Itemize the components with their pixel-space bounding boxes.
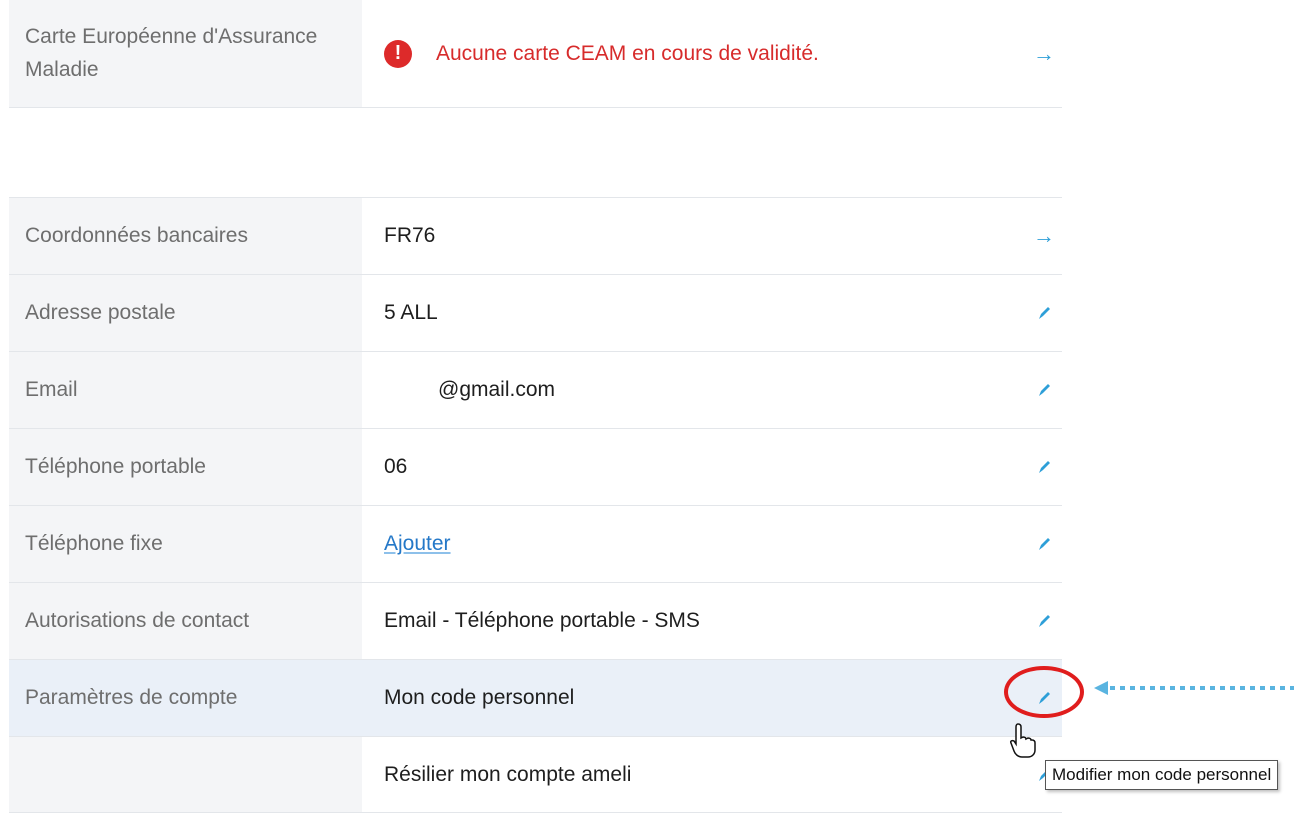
row-label: Autorisations de contact <box>9 583 362 659</box>
tooltip: Modifier mon code personnel <box>1045 760 1279 790</box>
pencil-icon[interactable] <box>1034 380 1054 400</box>
pencil-icon[interactable] <box>1034 534 1054 554</box>
arrow-right-icon[interactable]: → <box>1033 225 1055 247</box>
pencil-icon[interactable] <box>1034 303 1054 323</box>
row-value: Mon code personnel <box>362 660 1062 736</box>
row-value: Email - Téléphone portable - SMS <box>384 609 700 632</box>
ceam-alert-text: Aucune carte CEAM en cours de validité. <box>436 41 819 65</box>
row-account-settings[interactable]: Paramètres de compte Mon code personnel <box>9 659 1062 736</box>
row-mobile-phone[interactable]: Téléphone portable 06 <box>9 428 1062 505</box>
row-email[interactable]: Email @gmail.com <box>9 351 1062 428</box>
row-value: Résilier mon compte ameli <box>384 762 632 786</box>
row-bank[interactable]: Coordonnées bancaires FR76 → <box>9 197 1062 274</box>
row-label: Email <box>9 352 362 428</box>
row-label: Adresse postale <box>9 275 362 351</box>
arrow-right-icon[interactable]: → <box>1033 42 1055 64</box>
account-info-table: Coordonnées bancaires FR76 → Adresse pos… <box>9 197 1062 813</box>
ceam-row[interactable]: Carte Européenne d'Assurance Maladie ! A… <box>9 0 1062 108</box>
row-label: Paramètres de compte <box>9 660 362 736</box>
ceam-value: ! Aucune carte CEAM en cours de validité… <box>362 0 1062 107</box>
row-value: @gmail.com <box>362 352 1062 428</box>
annotation-circle <box>1004 666 1084 718</box>
row-value: 06 <box>384 455 408 478</box>
pencil-icon[interactable] <box>1034 611 1054 631</box>
row-label: Téléphone fixe <box>9 506 362 582</box>
add-landline-link[interactable]: Ajouter <box>384 532 451 556</box>
annotation-arrow <box>1094 681 1294 695</box>
row-value: 5 ALL <box>384 301 438 324</box>
row-landline-phone[interactable]: Téléphone fixe Ajouter <box>9 505 1062 582</box>
ceam-label: Carte Européenne d'Assurance Maladie <box>9 0 362 107</box>
row-value: FR76 <box>384 224 436 247</box>
row-label: Téléphone portable <box>9 429 362 505</box>
row-postal-address[interactable]: Adresse postale 5 ALL <box>9 274 1062 351</box>
row-close-account[interactable]: Résilier mon compte ameli <box>9 736 1062 813</box>
row-label: Coordonnées bancaires <box>9 198 362 274</box>
alert-icon: ! <box>384 39 412 68</box>
row-contact-permissions[interactable]: Autorisations de contact Email - Télépho… <box>9 582 1062 659</box>
hand-cursor-icon <box>1010 723 1036 758</box>
email-value: @gmail.com <box>438 378 556 401</box>
ceam-section: Carte Européenne d'Assurance Maladie ! A… <box>9 0 1062 108</box>
row-label <box>9 737 362 812</box>
pencil-icon[interactable] <box>1034 457 1054 477</box>
row-value: Ajouter <box>362 506 1062 582</box>
